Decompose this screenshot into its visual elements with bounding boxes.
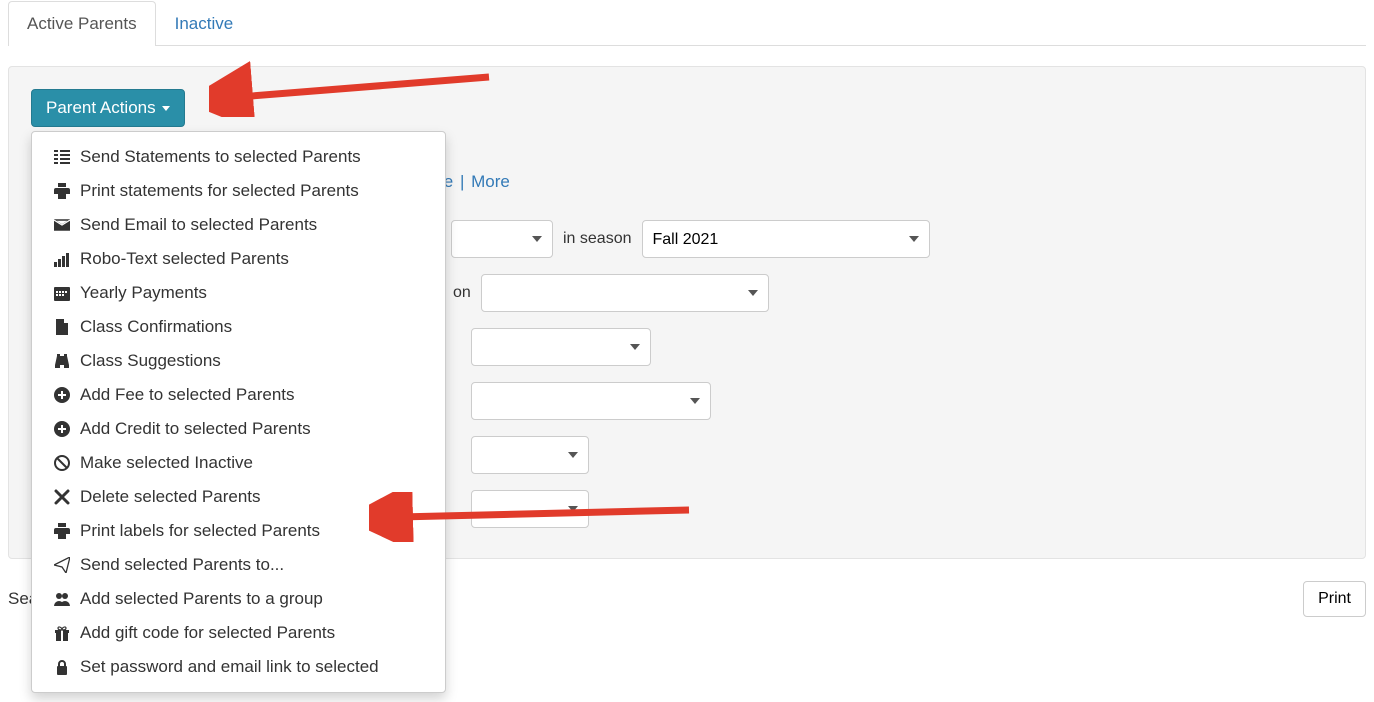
filter-link-more[interactable]: More <box>471 172 510 191</box>
separator: | <box>458 172 466 191</box>
menu-label: Add selected Parents to a group <box>80 589 323 609</box>
menu-send-to[interactable]: Send selected Parents to... <box>32 548 445 582</box>
print-icon <box>54 183 70 199</box>
paper-plane-icon <box>54 557 70 573</box>
menu-print-labels[interactable]: Print labels for selected Parents <box>32 514 445 548</box>
file-icon <box>54 319 70 335</box>
filter-select-on[interactable] <box>481 274 769 312</box>
signal-icon <box>54 251 70 267</box>
menu-label: Send Statements to selected Parents <box>80 147 361 167</box>
binoculars-icon <box>54 353 70 369</box>
tab-bar: Active Parents Inactive <box>8 0 1366 46</box>
caret-down-icon <box>162 106 170 111</box>
plus-circle-icon <box>54 387 70 403</box>
parent-actions-dropdown: Send Statements to selected Parents Prin… <box>31 131 446 693</box>
gift-icon <box>54 625 70 641</box>
on-label: on <box>453 284 471 302</box>
remove-icon <box>54 489 70 505</box>
menu-label: Add gift code for selected Parents <box>80 623 335 643</box>
menu-add-credit[interactable]: Add Credit to selected Parents <box>32 412 445 446</box>
menu-send-email[interactable]: Send Email to selected Parents <box>32 208 445 242</box>
annotation-arrow-top <box>209 57 509 117</box>
menu-make-inactive[interactable]: Make selected Inactive <box>32 446 445 480</box>
menu-label: Delete selected Parents <box>80 487 261 507</box>
plus-circle-icon <box>54 421 70 437</box>
menu-add-group[interactable]: Add selected Parents to a group <box>32 582 445 616</box>
filter-select-season[interactable]: Fall 2021 <box>642 220 930 258</box>
menu-label: Class Suggestions <box>80 351 221 371</box>
menu-add-gift-code[interactable]: Add gift code for selected Parents <box>32 616 445 650</box>
menu-label: Print statements for selected Parents <box>80 181 359 201</box>
menu-robo-text[interactable]: Robo-Text selected Parents <box>32 242 445 276</box>
filter-panel: Parent Actions e | More in season Fall 2… <box>8 66 1366 559</box>
menu-delete[interactable]: Delete selected Parents <box>32 480 445 514</box>
lock-icon <box>54 659 70 675</box>
print-icon <box>54 523 70 539</box>
menu-add-fee[interactable]: Add Fee to selected Parents <box>32 378 445 412</box>
in-season-label: in season <box>563 230 632 248</box>
menu-label: Add Credit to selected Parents <box>80 419 311 439</box>
parent-actions-button[interactable]: Parent Actions <box>31 89 185 127</box>
menu-label: Send selected Parents to... <box>80 555 284 575</box>
parent-actions-label: Parent Actions <box>46 98 156 118</box>
filter-select-class[interactable] <box>451 220 553 258</box>
print-button[interactable]: Print <box>1303 581 1366 617</box>
filter-select-4[interactable] <box>471 382 711 420</box>
menu-class-confirmations[interactable]: Class Confirmations <box>32 310 445 344</box>
menu-label: Set password and email link to selected <box>80 657 379 677</box>
menu-send-statements[interactable]: Send Statements to selected Parents <box>32 140 445 174</box>
tab-inactive[interactable]: Inactive <box>156 1 253 46</box>
tab-active-parents[interactable]: Active Parents <box>8 1 156 46</box>
menu-set-password[interactable]: Set password and email link to selected <box>32 650 445 684</box>
group-icon <box>54 591 70 607</box>
menu-print-statements[interactable]: Print statements for selected Parents <box>32 174 445 208</box>
envelope-icon <box>54 217 70 233</box>
menu-label: Add Fee to selected Parents <box>80 385 295 405</box>
menu-label: Make selected Inactive <box>80 453 253 473</box>
filter-select-6[interactable] <box>471 490 589 528</box>
menu-label: Send Email to selected Parents <box>80 215 317 235</box>
ban-icon <box>54 455 70 471</box>
menu-label: Class Confirmations <box>80 317 232 337</box>
filter-select-5[interactable] <box>471 436 589 474</box>
menu-class-suggestions[interactable]: Class Suggestions <box>32 344 445 378</box>
filter-select-3[interactable] <box>471 328 651 366</box>
menu-yearly-payments[interactable]: Yearly Payments <box>32 276 445 310</box>
menu-label: Print labels for selected Parents <box>80 521 320 541</box>
menu-label: Yearly Payments <box>80 283 207 303</box>
menu-label: Robo-Text selected Parents <box>80 249 289 269</box>
calendar-icon <box>54 285 70 301</box>
list-icon <box>54 149 70 165</box>
